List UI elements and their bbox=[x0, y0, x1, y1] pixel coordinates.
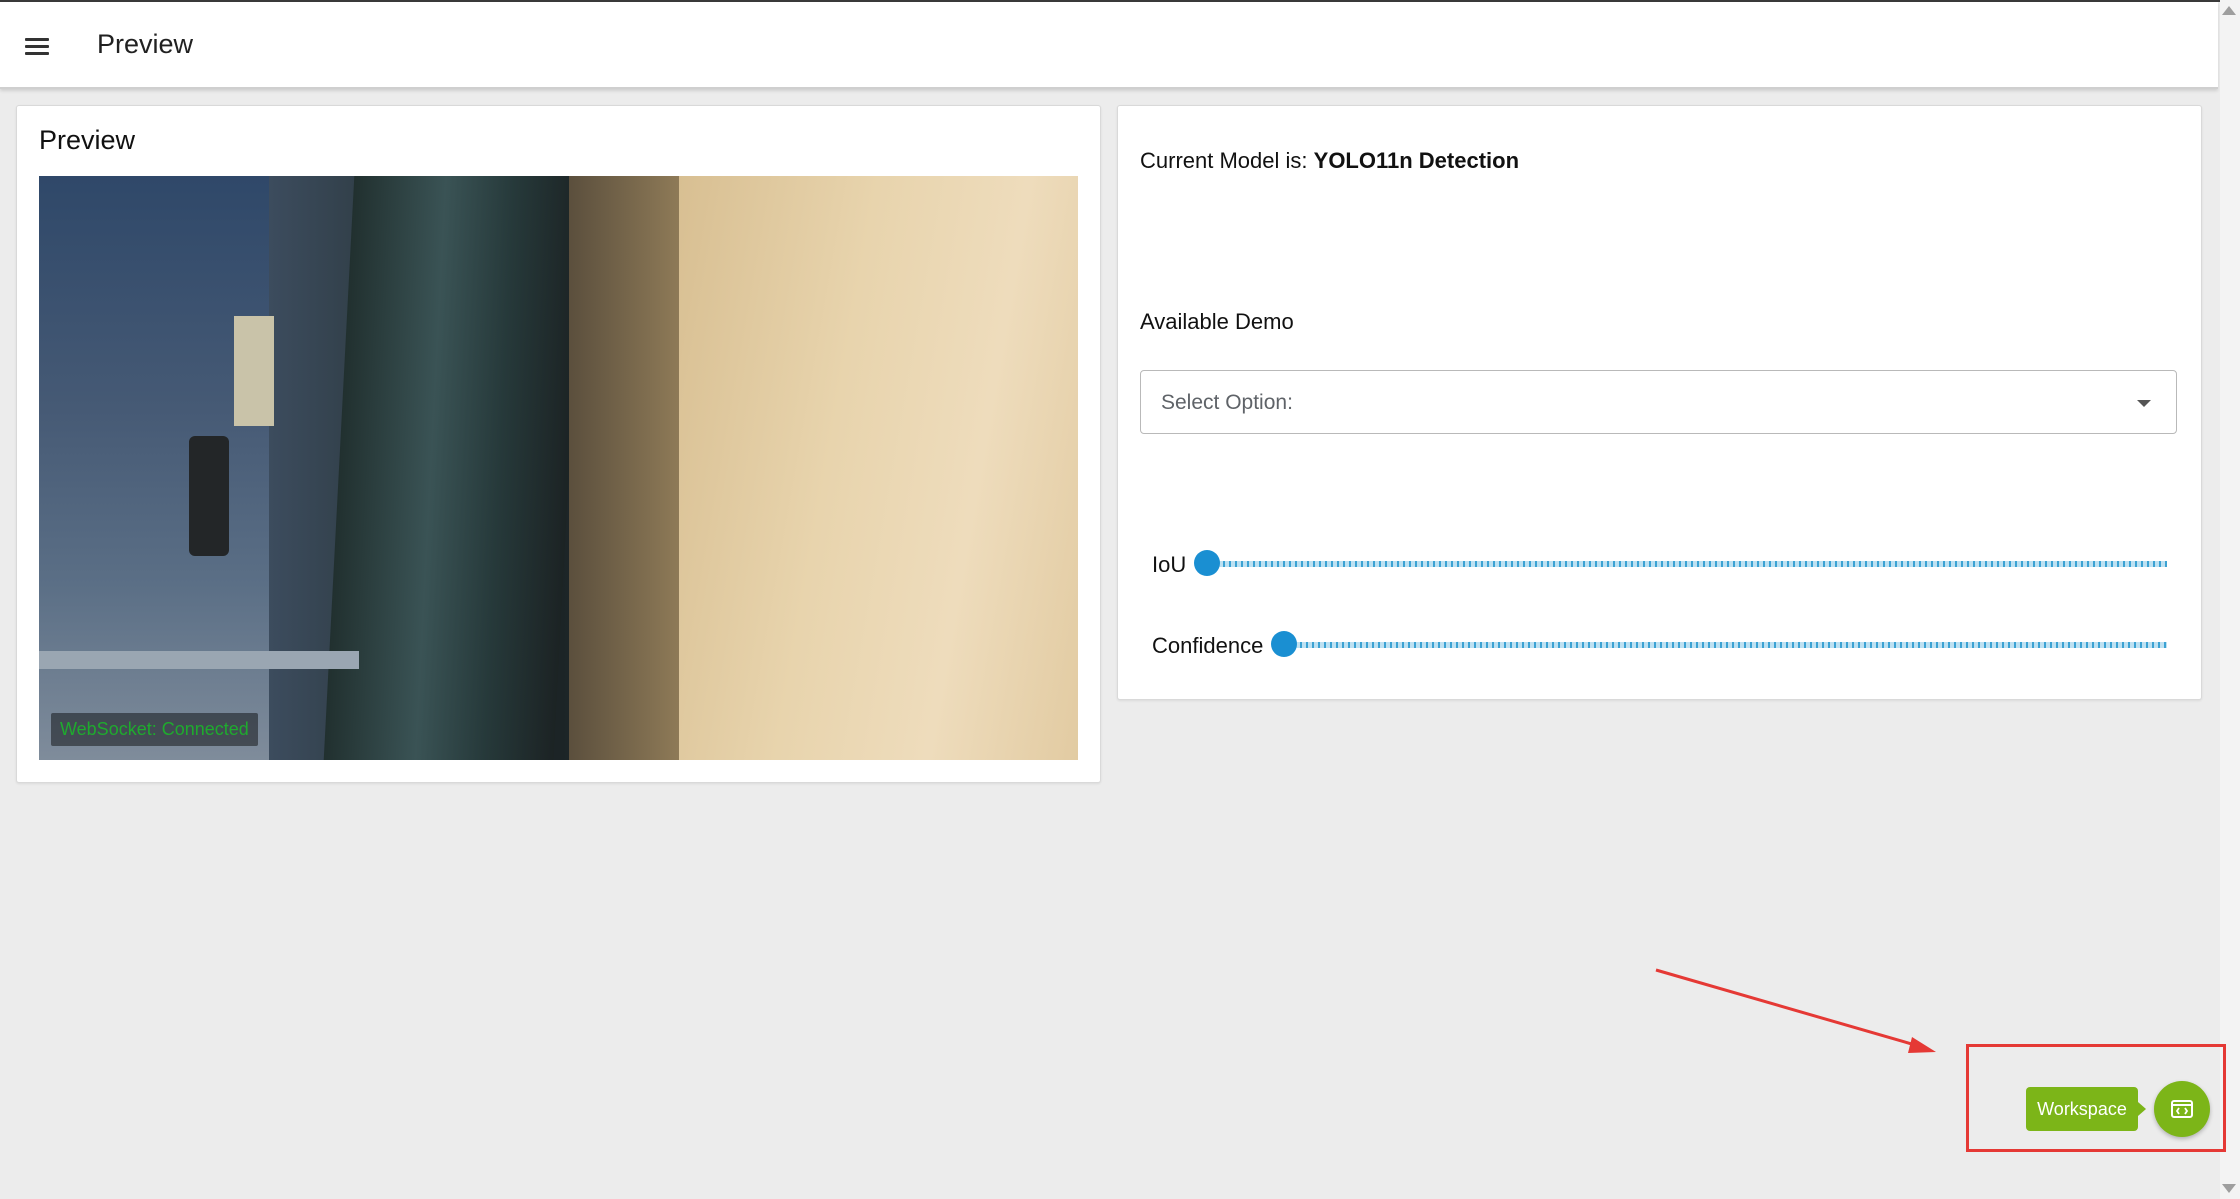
preview-card-title: Preview bbox=[39, 125, 136, 155]
iou-slider-thumb[interactable] bbox=[1194, 550, 1220, 576]
workspace-button[interactable] bbox=[2154, 1081, 2210, 1137]
demo-select[interactable]: Select Option: bbox=[1140, 370, 2177, 434]
current-model-line: Current Model is: YOLO11n Detection bbox=[1140, 148, 1519, 174]
iou-slider-label: IoU bbox=[1152, 552, 1187, 577]
camera-preview-image: WebSocket: Connected bbox=[39, 176, 1078, 760]
confidence-slider-thumb[interactable] bbox=[1271, 631, 1297, 657]
vertical-scrollbar[interactable] bbox=[2220, 0, 2240, 1199]
dropdown-arrow-icon bbox=[2137, 400, 2151, 407]
current-model-name: YOLO11n Detection bbox=[1313, 148, 1520, 173]
model-settings-card: Current Model is: YOLO11n Detection Avai… bbox=[1117, 105, 2202, 700]
iou-slider-track[interactable] bbox=[1205, 561, 2167, 567]
iou-slider-row: IoU bbox=[1140, 544, 2177, 584]
available-demo-label: Available Demo bbox=[1140, 309, 1294, 334]
current-model-prefix: Current Model is: bbox=[1140, 148, 1308, 173]
code-window-icon bbox=[2171, 1100, 2193, 1118]
app-bar-title: Preview bbox=[97, 29, 194, 59]
confidence-slider-track[interactable] bbox=[1282, 642, 2167, 648]
scroll-down-arrow-icon[interactable] bbox=[2222, 1184, 2236, 1193]
confidence-slider-row: Confidence bbox=[1140, 625, 2177, 665]
app-bar: Preview bbox=[0, 2, 2218, 89]
hamburger-menu-icon[interactable] bbox=[16, 26, 60, 66]
demo-select-placeholder: Select Option: bbox=[1161, 391, 1293, 414]
workspace-tooltip: Workspace bbox=[2026, 1087, 2146, 1131]
websocket-status-badge: WebSocket: Connected bbox=[51, 713, 258, 746]
confidence-slider-label: Confidence bbox=[1152, 633, 1264, 658]
preview-card: Preview WebSocket: Connected bbox=[16, 105, 1101, 783]
scroll-up-arrow-icon[interactable] bbox=[2222, 6, 2236, 15]
